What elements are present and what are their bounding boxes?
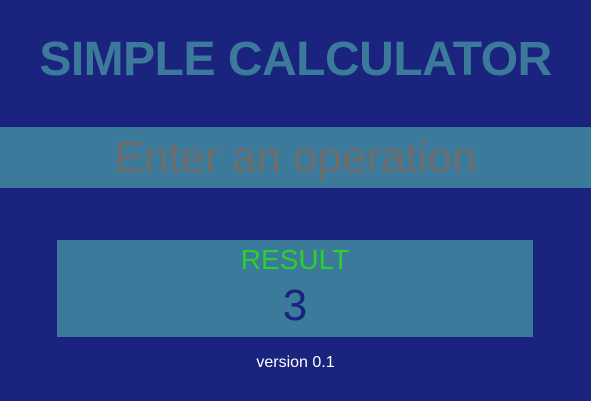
result-panel: RESULT 3 xyxy=(57,240,533,337)
operation-input[interactable] xyxy=(0,127,591,188)
page-title: SIMPLE CALCULATOR xyxy=(39,33,552,86)
result-label: RESULT xyxy=(240,244,350,275)
version-label: version 0.1 xyxy=(256,354,335,371)
operation-input-bar xyxy=(0,127,591,188)
result-value: 3 xyxy=(282,281,308,330)
